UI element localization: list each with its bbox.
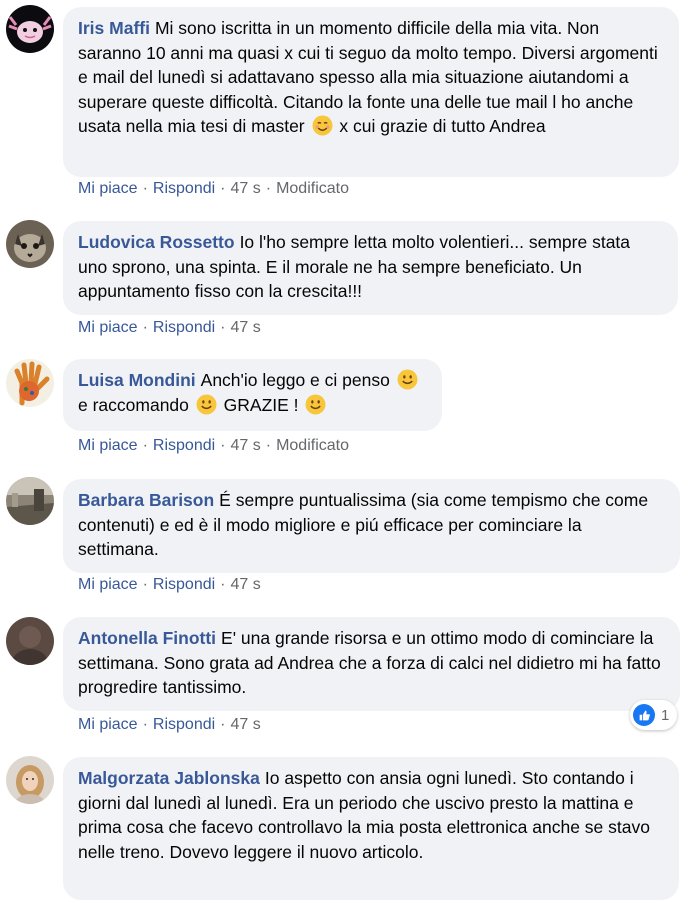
avatar[interactable]: [6, 477, 54, 525]
edited-label: Modificato: [276, 180, 349, 197]
reply-link[interactable]: Rispondi: [153, 576, 215, 593]
comment-text-end: x cui grazie di tutto Andrea: [339, 116, 546, 136]
comment-bubble: Ludovica Rossetto Io l'ho sempre letta mo…: [63, 221, 678, 315]
avatar[interactable]: [6, 359, 54, 407]
comment-author[interactable]: Antonella Finotti: [78, 628, 216, 648]
comment-author[interactable]: Barbara Barison: [78, 490, 214, 510]
like-link[interactable]: Mi piace: [78, 576, 138, 593]
timestamp[interactable]: 47 s: [231, 716, 261, 733]
timestamp[interactable]: 47 s: [231, 576, 261, 593]
comment-actions: Mi piace · Rispondi · 47 s · Modificato: [78, 437, 349, 454]
reply-link[interactable]: Rispondi: [153, 319, 215, 336]
like-link[interactable]: Mi piace: [78, 180, 138, 197]
comment-bubble: Luisa Mondini Anch'io leggo e ci penso e …: [63, 359, 442, 431]
timestamp[interactable]: 47 s: [231, 437, 261, 454]
comment-actions: Mi piace · Rispondi · 47 s: [78, 319, 261, 336]
reply-link[interactable]: Rispondi: [153, 180, 215, 197]
comment-author[interactable]: Luisa Mondini: [78, 370, 196, 390]
reaction-count-badge[interactable]: 1: [630, 700, 678, 730]
avatar[interactable]: [6, 5, 54, 53]
like-link[interactable]: Mi piace: [78, 319, 138, 336]
comment-author[interactable]: Iris Maffi: [78, 18, 150, 38]
reply-link[interactable]: Rispondi: [153, 437, 215, 454]
timestamp[interactable]: 47 s: [231, 319, 261, 336]
comment-bubble: Antonella Finotti E' una grande risorsa e…: [63, 617, 680, 711]
edited-label: Modificato: [276, 437, 349, 454]
comment-text: Anch'io leggo e ci penso: [200, 370, 390, 390]
smiling-blush-emoji-icon: [312, 115, 333, 136]
thumbs-up-icon: [633, 704, 655, 726]
comment-bubble: Barbara Barison É sempre puntualissima (s…: [63, 479, 680, 573]
avatar[interactable]: [6, 617, 54, 665]
comment-author[interactable]: Malgorzata Jablonska: [78, 768, 260, 788]
comment-author[interactable]: Ludovica Rossetto: [78, 232, 235, 252]
comment-actions: Mi piace · Rispondi · 47 s · Modificato: [78, 180, 349, 197]
slight-smile-emoji-icon: [397, 369, 418, 390]
comment-actions: Mi piace · Rispondi · 47 s: [78, 716, 261, 733]
comment-actions: Mi piace · Rispondi · 47 s: [78, 576, 261, 593]
reply-link[interactable]: Rispondi: [153, 716, 215, 733]
like-link[interactable]: Mi piace: [78, 716, 138, 733]
avatar[interactable]: [6, 756, 54, 804]
comment-bubble: Iris Maffi Mi sono iscritta in un momento…: [63, 7, 679, 177]
comment-bubble: Malgorzata Jablonska Io aspetto con ansia…: [63, 757, 679, 900]
avatar[interactable]: [6, 220, 54, 268]
like-link[interactable]: Mi piace: [78, 437, 138, 454]
slight-smile-emoji-icon: [196, 394, 217, 415]
reaction-count: 1: [661, 706, 670, 724]
timestamp[interactable]: 47 s: [231, 180, 261, 197]
comment-text-middle: e raccomando: [78, 394, 189, 415]
slight-smile-emoji-icon: [305, 394, 326, 415]
comment-text-end: GRAZIE !: [223, 394, 299, 415]
